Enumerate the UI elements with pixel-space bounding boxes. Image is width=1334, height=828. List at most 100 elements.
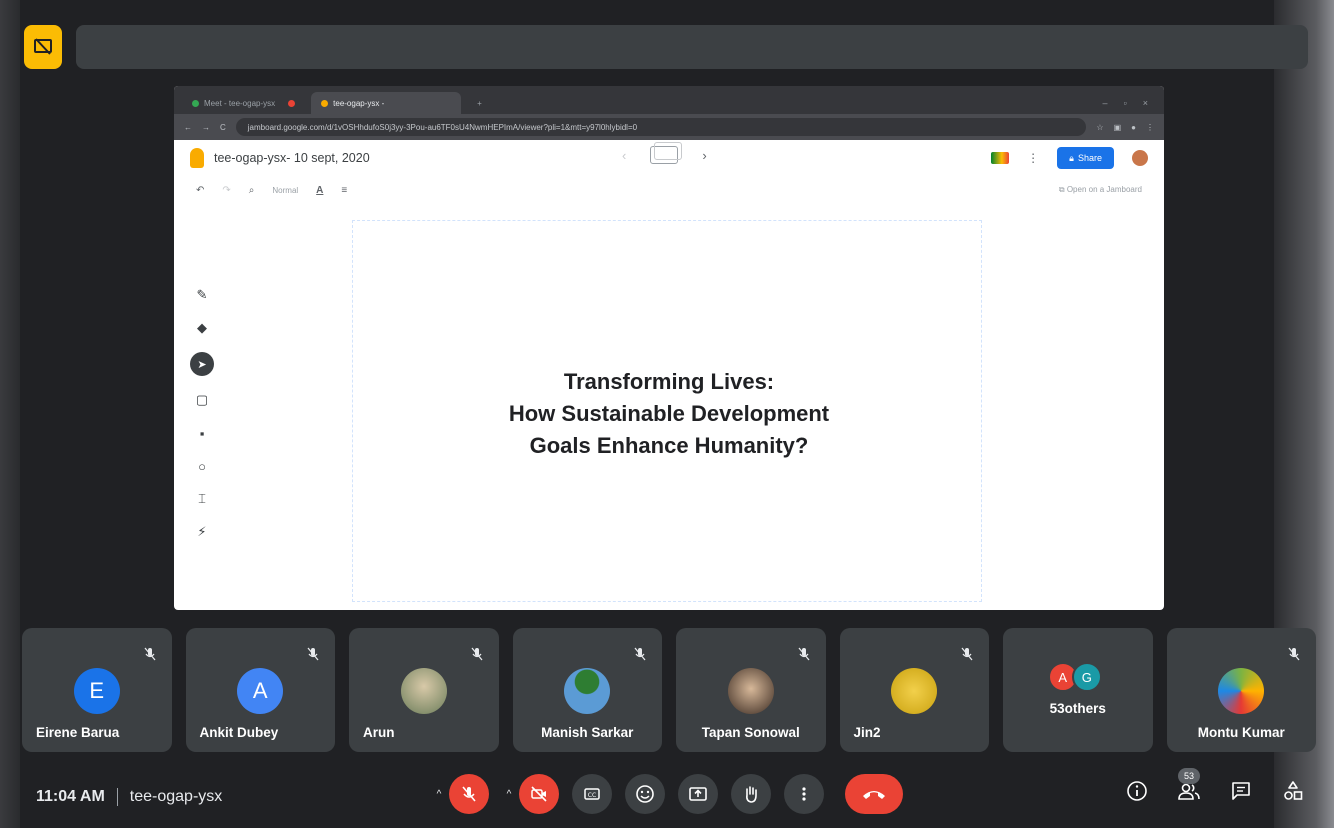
- image-icon[interactable]: ▪: [192, 424, 212, 442]
- next-frame-icon[interactable]: ›: [702, 148, 706, 163]
- audio-options-chevron-icon[interactable]: ^: [432, 774, 446, 814]
- back-icon[interactable]: ←: [184, 123, 192, 132]
- avatar: E: [73, 668, 120, 714]
- captions-icon: CC: [584, 788, 600, 800]
- presentation-banner: [24, 24, 1308, 70]
- participant-tile[interactable]: E Eirene Barua: [22, 628, 172, 752]
- presenting-icon[interactable]: [24, 25, 62, 69]
- jamboard-logo-icon: [190, 148, 204, 168]
- align-icon[interactable]: ≡: [341, 185, 347, 196]
- captions-button[interactable]: CC: [572, 774, 612, 814]
- redo-icon[interactable]: ↷: [222, 185, 230, 196]
- shared-screen-browser: Meet - tee-ogap-ysx tee-ogap-ysx - + – ▫…: [174, 86, 1164, 610]
- camera-toggle-button[interactable]: [519, 774, 559, 814]
- participant-tile[interactable]: Tapan Sonowal: [676, 628, 826, 752]
- recording-icon: [288, 99, 296, 107]
- avatar: G: [1071, 662, 1102, 692]
- present-now-button[interactable]: [678, 774, 718, 814]
- meeting-info-button[interactable]: [1124, 778, 1150, 804]
- participant-tile-others[interactable]: A G 53others: [1003, 628, 1153, 752]
- jamboard-toolbar: ↶ ↷ ⌕ Normal A ≡ ⧉ Open on a Jamboard: [174, 176, 1164, 204]
- participant-tile[interactable]: Manish Sarkar: [512, 628, 662, 752]
- avatar: [891, 668, 938, 714]
- canvas-text-box[interactable]: Transforming Lives: How Sustainable Deve…: [434, 366, 904, 462]
- frame-navigator: ‹ ›: [622, 142, 707, 164]
- circle-icon[interactable]: ○: [192, 457, 212, 475]
- participant-tile[interactable]: A Ankit Dubey: [185, 628, 335, 752]
- meeting-code[interactable]: tee-ogap-ysx: [130, 788, 223, 806]
- participant-name: Eirene Barua: [36, 725, 120, 740]
- browser-toolbar: ← → C jamboard.google.com/d/1vOSHhdufoS0…: [174, 114, 1164, 140]
- video-options-chevron-icon[interactable]: ^: [502, 774, 516, 814]
- people-button[interactable]: 53: [1176, 768, 1202, 804]
- account-avatar[interactable]: [1132, 150, 1148, 166]
- participant-count-badge: 53: [1178, 768, 1200, 784]
- open-on-jamboard-link[interactable]: ⧉ Open on a Jamboard: [1059, 185, 1142, 195]
- scan-edge-left: [0, 0, 20, 828]
- jamboard-side-tools: ✎ ◆ ➤ ▢ ▪ ○ ⌶ ⚡︎: [190, 286, 214, 541]
- chat-button[interactable]: [1228, 778, 1254, 804]
- lock-icon: 🔒︎: [1069, 152, 1074, 163]
- present-screen-icon: [689, 787, 707, 801]
- meet-favicon-icon: [192, 99, 199, 107]
- pen-icon[interactable]: ✎: [192, 286, 212, 304]
- forward-icon[interactable]: →: [202, 123, 210, 132]
- text-box-icon[interactable]: ⌶: [192, 490, 212, 508]
- zoom-icon[interactable]: ⌕: [249, 185, 255, 196]
- tab-meet[interactable]: Meet - tee-ogap-ysx: [182, 92, 305, 114]
- share-button[interactable]: 🔒︎ Share: [1057, 147, 1114, 169]
- font-style-select[interactable]: Normal: [272, 186, 298, 195]
- maximize-icon[interactable]: ▫: [1124, 98, 1127, 108]
- meet-present-icon[interactable]: [991, 152, 1010, 164]
- avatar: [1218, 668, 1265, 714]
- participant-name: Jin2: [853, 725, 881, 740]
- chat-icon: [1232, 782, 1250, 800]
- participant-name: Manish Sarkar: [541, 725, 634, 740]
- others-avatar-stack: A G: [1047, 662, 1102, 692]
- text-color-icon[interactable]: A: [316, 185, 323, 196]
- star-icon[interactable]: ☆: [1096, 123, 1103, 132]
- laser-icon[interactable]: ⚡︎: [192, 523, 212, 541]
- prev-frame-icon[interactable]: ‹: [622, 148, 626, 163]
- jamboard-title[interactable]: tee-ogap-ysx- 10 sept, 2020: [214, 151, 370, 165]
- jamboard-header-actions: ⋮ 🔒︎ Share: [991, 147, 1148, 169]
- cast-icon: ⧉: [1058, 185, 1067, 194]
- undo-icon[interactable]: ↶: [196, 185, 204, 196]
- new-tab-icon[interactable]: +: [467, 92, 492, 114]
- sticky-note-icon[interactable]: ▢: [192, 391, 212, 409]
- jamboard-favicon-icon: [321, 99, 329, 107]
- activities-button[interactable]: [1280, 778, 1306, 804]
- tab-jamboard[interactable]: tee-ogap-ysx -: [311, 92, 462, 114]
- mic-off-icon: [1288, 647, 1300, 661]
- profile-icon[interactable]: ●: [1131, 123, 1136, 132]
- participant-name: Ankit Dubey: [199, 725, 279, 740]
- mic-off-icon: [307, 647, 319, 661]
- extensions-icon[interactable]: ▣: [1114, 123, 1122, 132]
- call-controls: ^ ^ CC: [432, 774, 903, 814]
- raise-hand-button[interactable]: [731, 774, 771, 814]
- more-options-icon[interactable]: ⋮: [1027, 151, 1039, 165]
- leave-call-button[interactable]: [845, 774, 903, 814]
- activities-icon: [1284, 781, 1303, 800]
- presentation-status-bar: [76, 25, 1308, 69]
- select-icon[interactable]: ➤: [190, 352, 214, 376]
- participant-strip: E Eirene Barua A Ankit Dubey Arun Manish…: [22, 628, 1316, 752]
- hand-icon: [746, 786, 757, 803]
- address-bar[interactable]: jamboard.google.com/d/1vOSHhdufoS0j3yy-3…: [235, 118, 1087, 136]
- participant-tile[interactable]: Montu Kumar: [1166, 628, 1316, 752]
- minimize-icon[interactable]: –: [1103, 98, 1108, 108]
- frame-bar-icon[interactable]: [650, 142, 683, 164]
- menu-icon[interactable]: ⋮: [1146, 123, 1154, 132]
- svg-text:CC: CC: [588, 792, 596, 799]
- close-icon[interactable]: ×: [1143, 98, 1148, 108]
- avatar: [727, 668, 774, 714]
- mic-toggle-button[interactable]: [449, 774, 489, 814]
- clock: 11:04 AM: [36, 788, 105, 805]
- reload-icon[interactable]: C: [220, 123, 226, 132]
- divider: [116, 788, 118, 806]
- eraser-icon[interactable]: ◆: [192, 319, 212, 337]
- reactions-button[interactable]: [625, 774, 665, 814]
- more-options-button[interactable]: [784, 774, 824, 814]
- participant-tile[interactable]: Arun: [349, 628, 499, 752]
- participant-tile[interactable]: Jin2: [839, 628, 989, 752]
